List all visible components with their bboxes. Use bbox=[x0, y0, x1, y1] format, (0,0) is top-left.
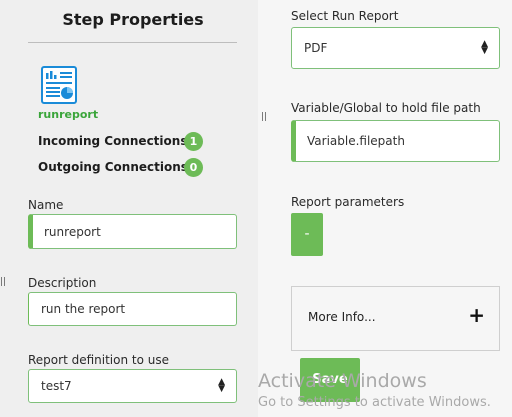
step-name: runreport bbox=[38, 108, 99, 121]
plus-icon[interactable]: + bbox=[468, 303, 485, 327]
outgoing-connections-label: Outgoing Connections: bbox=[38, 160, 193, 174]
resize-handle-left[interactable]: || bbox=[0, 277, 6, 287]
run-report-label: Select Run Report bbox=[291, 9, 399, 23]
more-info-label: More Info... bbox=[308, 310, 376, 324]
run-report-select[interactable]: PDF ▲ ▼ bbox=[291, 27, 500, 69]
sort-arrows-icon: ▲ ▼ bbox=[481, 39, 488, 56]
resize-handle[interactable]: || bbox=[261, 112, 267, 122]
report-icon bbox=[41, 66, 77, 104]
panel-title: Step Properties bbox=[62, 10, 204, 29]
sort-arrows-icon: ▲ ▼ bbox=[218, 377, 225, 394]
outgoing-count-badge: 0 bbox=[184, 158, 203, 177]
variable-path-label: Variable/Global to hold file path bbox=[291, 101, 481, 115]
report-definition-select[interactable]: test7 ▲ ▼ bbox=[28, 369, 237, 403]
report-definition-value: test7 bbox=[41, 379, 72, 393]
description-field[interactable]: run the report bbox=[28, 292, 237, 326]
title-divider bbox=[28, 42, 237, 43]
variable-path-field[interactable]: Variable.filepath bbox=[291, 120, 500, 162]
name-label: Name bbox=[28, 198, 64, 212]
run-report-value: PDF bbox=[304, 41, 328, 55]
incoming-connections-label: Incoming Connections: bbox=[38, 134, 193, 148]
save-button[interactable]: Save bbox=[300, 358, 360, 402]
report-parameters-label: Report parameters bbox=[291, 195, 405, 209]
name-field[interactable]: runreport bbox=[28, 214, 237, 249]
incoming-count-badge: 1 bbox=[184, 132, 203, 151]
report-definition-label: Report definition to use bbox=[28, 353, 169, 367]
more-info-panel[interactable]: More Info... + bbox=[291, 286, 500, 351]
remove-parameter-button[interactable]: - bbox=[291, 213, 323, 256]
description-value: run the report bbox=[41, 302, 126, 316]
description-label: Description bbox=[28, 276, 97, 290]
variable-path-value: Variable.filepath bbox=[307, 134, 405, 148]
name-value: runreport bbox=[44, 224, 101, 239]
